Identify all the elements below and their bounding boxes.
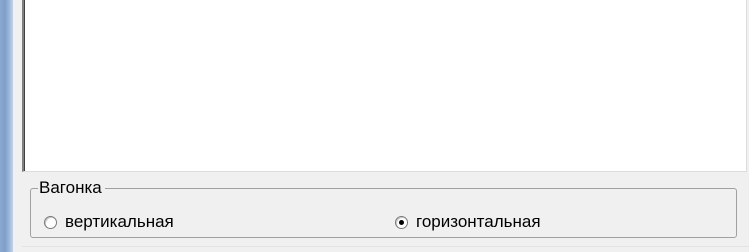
radio-circle-checked[interactable] bbox=[395, 215, 408, 229]
radio-vertical[interactable]: вертикальная bbox=[44, 212, 174, 232]
groupbox-title: Вагонка bbox=[38, 178, 105, 198]
bottom-divider bbox=[22, 246, 749, 247]
content-list-area[interactable] bbox=[22, 0, 747, 172]
radio-vertical-label: вертикальная bbox=[65, 212, 174, 231]
window-left-accent bbox=[0, 0, 13, 252]
radio-horizontal-label: горизонтальная bbox=[416, 212, 541, 231]
radio-horizontal[interactable]: горизонтальная bbox=[395, 212, 541, 232]
radio-selected-dot bbox=[399, 219, 404, 225]
radio-circle-unchecked[interactable] bbox=[44, 215, 57, 229]
